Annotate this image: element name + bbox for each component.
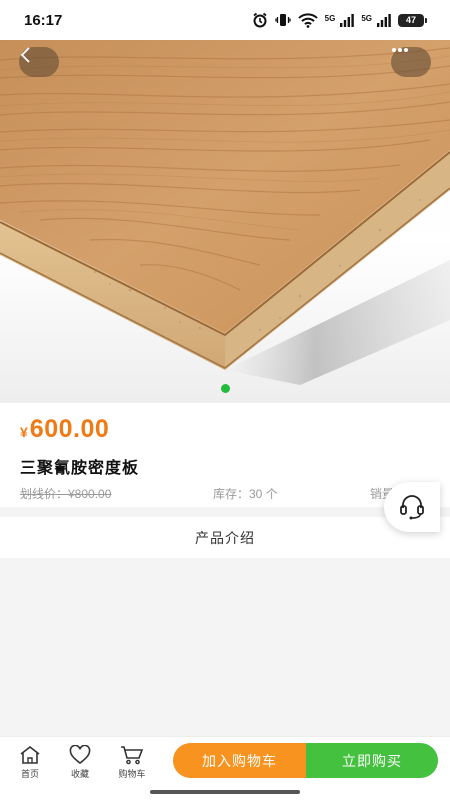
currency-symbol: ¥ xyxy=(20,424,28,440)
gallery-dot-active[interactable] xyxy=(220,384,230,393)
alarm-icon xyxy=(252,12,268,28)
nav-favorite[interactable]: 收藏 xyxy=(60,745,100,780)
add-to-cart-button[interactable]: 加入购物车 xyxy=(173,743,306,778)
headset-icon xyxy=(400,495,424,520)
customer-service-button[interactable] xyxy=(384,482,440,532)
tab-product-intro[interactable]: 产品介绍 xyxy=(0,517,450,558)
nav-cart-label: 购物车 xyxy=(118,769,146,779)
price-value: 600.00 xyxy=(29,415,110,443)
home-icon xyxy=(20,745,40,764)
status-bar: 16:17 5G 5G 47 xyxy=(0,0,450,40)
product-price: ¥ 600.00 xyxy=(20,415,109,444)
stock-count: 库存：30 个 xyxy=(213,487,278,501)
nav-home[interactable]: 首页 xyxy=(10,745,50,780)
section-divider xyxy=(0,507,450,517)
buy-now-button[interactable]: 立即购买 xyxy=(306,743,438,778)
vibrate-icon xyxy=(275,12,291,28)
product-image xyxy=(0,40,450,385)
cart-icon xyxy=(121,746,144,765)
signal-label: 5G xyxy=(361,14,372,23)
home-indicator[interactable] xyxy=(150,790,300,794)
heart-icon xyxy=(69,745,91,764)
back-button[interactable] xyxy=(19,47,59,77)
product-meta: 划线价：¥800.00 库存：30 个 销量 xyxy=(20,485,440,503)
wifi-icon xyxy=(297,12,318,28)
signal-5g-icon xyxy=(377,13,391,27)
bottom-action-bar: 首页 收藏 购物车 加入购物车 立即购买 xyxy=(0,736,450,800)
chevron-left-icon xyxy=(20,47,30,63)
signal-label: 5G xyxy=(324,14,336,23)
product-name: 三聚氰胺密度板 xyxy=(20,460,140,477)
more-dots-icon xyxy=(392,48,408,52)
product-gallery[interactable] xyxy=(0,40,450,403)
nav-cart[interactable]: 购物车 xyxy=(112,745,152,780)
nav-home-label: 首页 xyxy=(20,769,39,779)
status-icons: 5G 5G 47 xyxy=(252,12,427,28)
signal-5g-icon xyxy=(340,13,355,27)
status-time: 16:17 xyxy=(24,11,63,29)
product-intro-content xyxy=(0,558,450,736)
battery-icon: 47 xyxy=(398,13,427,27)
gallery-indicator xyxy=(0,384,450,393)
original-price: 划线价：¥800.00 xyxy=(20,487,112,501)
product-info: ¥ 600.00 三聚氰胺密度板 划线价：¥800.00 库存：30 个 销量 xyxy=(0,403,450,507)
more-button[interactable] xyxy=(391,47,431,77)
nav-favorite-label: 收藏 xyxy=(70,769,89,779)
